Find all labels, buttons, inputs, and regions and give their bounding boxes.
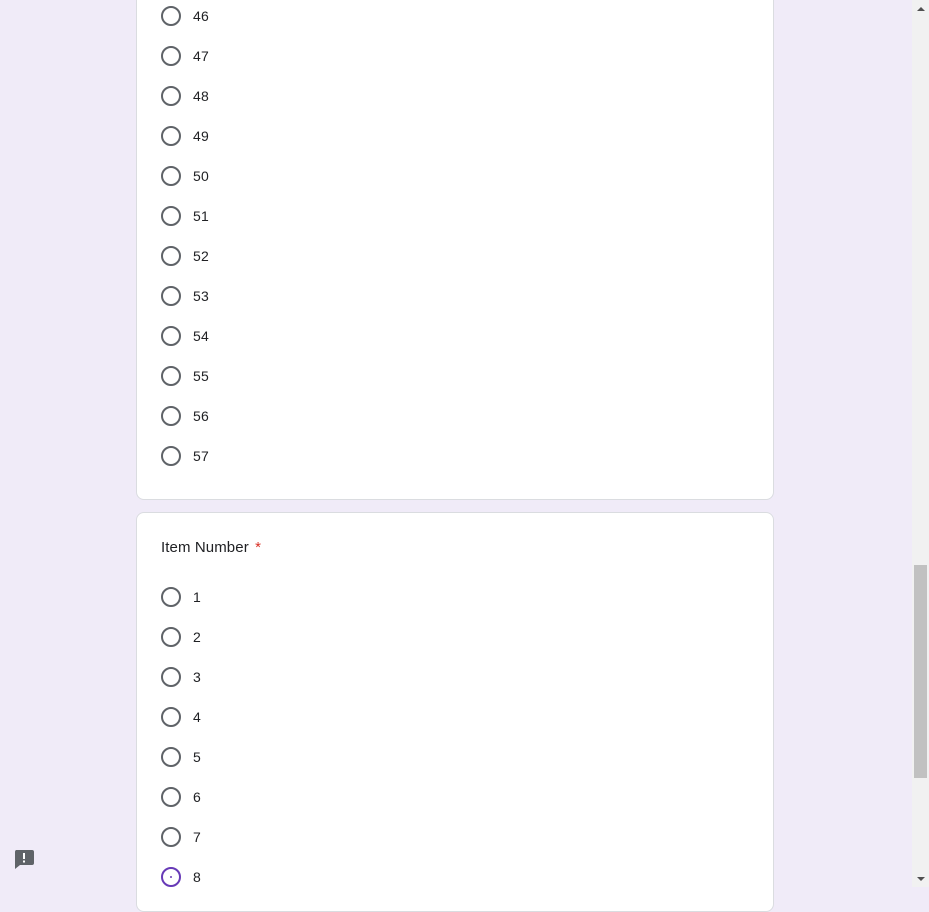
radio-option-1[interactable]: 1 [161, 585, 201, 609]
radio-button[interactable] [161, 747, 181, 767]
radio-option-label: 47 [193, 48, 209, 64]
radio-button[interactable] [161, 246, 181, 266]
radio-option-label: 50 [193, 168, 209, 184]
radio-option-49[interactable]: 49 [161, 124, 209, 148]
required-asterisk: * [255, 539, 262, 556]
vertical-scrollbar[interactable] [912, 0, 929, 887]
radio-button[interactable] [161, 6, 181, 26]
radio-button[interactable] [161, 286, 181, 306]
radio-button[interactable] [161, 166, 181, 186]
question-card-previous: 46 47 48 49 50 51 52 53 54 55 56 57 [136, 0, 774, 500]
question-card-item-number: Item Number * 1 2 3 4 5 6 7 8 [136, 512, 774, 912]
radio-option-label: 5 [193, 749, 201, 765]
radio-option-56[interactable]: 56 [161, 404, 209, 428]
radio-option-48[interactable]: 48 [161, 84, 209, 108]
radio-option-50[interactable]: 50 [161, 164, 209, 188]
radio-option-8[interactable]: 8 [161, 865, 201, 889]
radio-option-label: 52 [193, 248, 209, 264]
radio-option-55[interactable]: 55 [161, 364, 209, 388]
radio-button[interactable] [161, 86, 181, 106]
radio-option-46[interactable]: 46 [161, 4, 209, 28]
radio-button[interactable] [161, 326, 181, 346]
radio-button[interactable] [161, 406, 181, 426]
radio-button[interactable] [161, 627, 181, 647]
question-title-text: Item Number [161, 539, 249, 556]
radio-option-label: 49 [193, 128, 209, 144]
radio-option-label: 6 [193, 789, 201, 805]
scrollbar-thumb[interactable] [914, 565, 927, 778]
radio-button[interactable] [161, 46, 181, 66]
radio-button[interactable] [161, 707, 181, 727]
radio-option-52[interactable]: 52 [161, 244, 209, 268]
radio-option-2[interactable]: 2 [161, 625, 201, 649]
radio-button[interactable] [161, 366, 181, 386]
radio-button[interactable] [161, 206, 181, 226]
radio-option-53[interactable]: 53 [161, 284, 209, 308]
radio-option-51[interactable]: 51 [161, 204, 209, 228]
radio-option-3[interactable]: 3 [161, 665, 201, 689]
radio-option-label: 4 [193, 709, 201, 725]
radio-option-label: 8 [193, 869, 201, 885]
radio-option-47[interactable]: 47 [161, 44, 209, 68]
radio-button[interactable] [161, 126, 181, 146]
radio-option-label: 46 [193, 8, 209, 24]
radio-option-5[interactable]: 5 [161, 745, 201, 769]
radio-option-4[interactable]: 4 [161, 705, 201, 729]
radio-option-57[interactable]: 57 [161, 444, 209, 468]
radio-option-label: 53 [193, 288, 209, 304]
radio-option-label: 2 [193, 629, 201, 645]
radio-option-54[interactable]: 54 [161, 324, 209, 348]
radio-button[interactable] [161, 667, 181, 687]
radio-button-selected[interactable] [161, 867, 181, 887]
radio-button[interactable] [161, 787, 181, 807]
scroll-down-arrow-icon[interactable] [912, 870, 929, 887]
radio-option-label: 7 [193, 829, 201, 845]
question-title: Item Number * [161, 539, 261, 556]
radio-button[interactable] [161, 587, 181, 607]
radio-option-label: 55 [193, 368, 209, 384]
report-feedback-icon[interactable] [13, 848, 35, 870]
radio-option-label: 54 [193, 328, 209, 344]
radio-option-label: 3 [193, 669, 201, 685]
radio-option-label: 48 [193, 88, 209, 104]
radio-button[interactable] [161, 827, 181, 847]
radio-option-label: 1 [193, 589, 201, 605]
radio-button[interactable] [161, 446, 181, 466]
radio-option-label: 57 [193, 448, 209, 464]
radio-option-6[interactable]: 6 [161, 785, 201, 809]
radio-option-7[interactable]: 7 [161, 825, 201, 849]
radio-option-label: 51 [193, 208, 209, 224]
radio-option-label: 56 [193, 408, 209, 424]
scroll-up-arrow-icon[interactable] [912, 0, 929, 17]
